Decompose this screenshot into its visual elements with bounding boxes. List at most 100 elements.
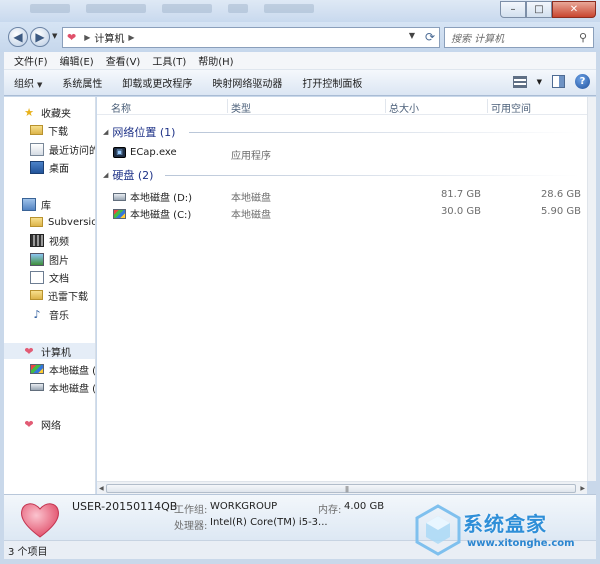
scroll-right-icon[interactable]: ▶	[580, 485, 585, 492]
menu-view[interactable]: 查看(V)	[100, 53, 147, 68]
back-button[interactable]: ◀	[8, 27, 28, 47]
address-dropdown-icon[interactable]: ▼	[409, 31, 415, 40]
column-free-space[interactable]: 可用空间	[491, 100, 531, 115]
menu-edit[interactable]: 编辑(E)	[54, 53, 100, 68]
breadcrumb-chevron-icon[interactable]: ▶	[128, 33, 134, 42]
nav-downloads[interactable]: 下载	[30, 122, 68, 138]
uninstall-program-button[interactable]: 卸载或更改程序	[112, 75, 202, 90]
picture-icon	[30, 252, 44, 266]
grip-icon: |||	[345, 486, 349, 493]
nav-label: 迅雷下载	[48, 291, 88, 303]
chevron-down-icon: ▼	[37, 81, 43, 89]
column-name[interactable]: 名称	[111, 100, 131, 115]
column-total-size[interactable]: 总大小	[389, 100, 419, 115]
menu-file[interactable]: 文件(F)	[8, 53, 54, 68]
item-type: 本地磁盘	[231, 193, 271, 204]
organize-button[interactable]: 组织 ▼	[4, 75, 52, 90]
help-icon[interactable]: ?	[575, 74, 590, 89]
scroll-left-icon[interactable]: ◀	[99, 485, 104, 492]
system-drive-icon	[30, 364, 44, 374]
video-icon	[30, 233, 44, 247]
column-divider[interactable]	[487, 99, 488, 113]
nav-desktop[interactable]: 桌面	[30, 159, 69, 175]
nav-recent[interactable]: 最近访问的	[30, 141, 96, 157]
search-icon[interactable]: ⚲	[579, 31, 587, 44]
computer-heart-icon	[21, 503, 59, 538]
folder-icon	[30, 125, 43, 135]
nav-pictures[interactable]: 图片	[30, 251, 69, 267]
list-item[interactable]: ▣ ECap.exe 应用程序	[97, 145, 587, 162]
horizontal-scrollbar[interactable]: ◀ ||| ▶	[97, 481, 587, 494]
maximize-button[interactable]: □	[526, 1, 552, 18]
nav-label: Subversion	[48, 216, 95, 228]
close-button[interactable]: ✕	[552, 1, 596, 18]
nav-libraries[interactable]: 库	[22, 196, 51, 212]
group-network-locations[interactable]: ◢ 网络位置 (1)	[103, 124, 175, 140]
collapse-triangle-icon: ◢	[103, 128, 109, 136]
column-divider[interactable]	[227, 99, 228, 113]
nav-subversion[interactable]: Subversion	[30, 214, 95, 230]
nav-documents[interactable]: 文档	[30, 269, 69, 285]
system-drive-icon	[113, 208, 126, 219]
menu-help[interactable]: 帮助(H)	[192, 53, 239, 68]
column-divider[interactable]	[385, 99, 386, 113]
forward-button[interactable]: ▶	[30, 27, 50, 47]
nav-label: 最近访问的	[49, 145, 96, 157]
blurred-title-area	[30, 4, 314, 13]
minimize-button[interactable]: –	[500, 1, 526, 18]
menu-tools[interactable]: 工具(T)	[146, 53, 192, 68]
nav-thunder-downloads[interactable]: 迅雷下载	[30, 287, 88, 303]
group-divider	[189, 132, 579, 133]
folder-icon	[30, 290, 43, 300]
processor-label: 处理器:	[174, 521, 208, 532]
preview-pane-icon[interactable]	[552, 75, 565, 88]
music-note-icon: ♪	[33, 307, 41, 321]
item-type: 应用程序	[231, 151, 271, 162]
change-view-icon[interactable]	[512, 75, 527, 88]
item-total-size: 81.7 GB	[440, 189, 481, 200]
system-properties-button[interactable]: 系统属性	[52, 75, 112, 90]
list-item[interactable]: 本地磁盘 (D:) 本地磁盘 81.7 GB 28.6 GB	[97, 187, 587, 204]
group-hard-disks[interactable]: ◢ 硬盘 (2)	[103, 167, 153, 183]
collapse-triangle-icon: ◢	[103, 171, 109, 179]
item-name: ▣ ECap.exe	[113, 147, 177, 158]
search-input[interactable]: 搜索 计算机 ⚲	[444, 27, 594, 48]
item-name-text: ECap.exe	[130, 147, 177, 158]
item-free-space: 5.90 GB	[540, 206, 581, 217]
address-bar[interactable]: ❤ ▶ 计算机 ▶ ▼ ⟳	[62, 27, 440, 48]
file-list: 名称 类型 总大小 可用空间 ◢ 网络位置 (1) ▣ ECap.exe 应用程序…	[97, 97, 587, 481]
open-control-panel-button[interactable]: 打开控制面板	[292, 75, 372, 90]
nav-label: 库	[41, 200, 51, 212]
column-type[interactable]: 类型	[231, 100, 251, 115]
forward-arrow-icon: ▶	[35, 30, 45, 44]
horizontal-scroll-thumb[interactable]: |||	[106, 484, 576, 493]
search-placeholder: 搜索 计算机	[451, 34, 505, 45]
computer-name: USER-20150114QB	[72, 500, 178, 513]
vertical-scrollbar[interactable]	[587, 97, 596, 481]
view-options-chevron-icon[interactable]: ▼	[537, 78, 542, 86]
folder-icon	[30, 217, 43, 227]
nav-disk-d[interactable]: 本地磁盘 (D	[30, 379, 96, 395]
column-headers: 名称 类型 总大小 可用空间	[97, 97, 587, 115]
map-network-drive-button[interactable]: 映射网络驱动器	[202, 75, 292, 90]
nav-label: 网络	[41, 420, 61, 432]
refresh-icon[interactable]: ⟳	[425, 30, 435, 44]
item-free-space: 28.6 GB	[540, 189, 581, 200]
nav-disk-c[interactable]: 本地磁盘 (C	[30, 361, 95, 377]
nav-videos[interactable]: 视频	[30, 232, 69, 248]
nav-computer[interactable]: ❤ 计算机	[4, 343, 95, 359]
application-icon: ▣	[113, 147, 126, 158]
recent-pages-dropdown[interactable]: ▼	[52, 32, 57, 40]
nav-music[interactable]: ♪ 音乐	[30, 306, 69, 322]
breadcrumb-chevron-icon[interactable]: ▶	[84, 33, 90, 42]
item-name: 本地磁盘 (D:)	[113, 189, 192, 204]
navigation-pane: ★ 收藏夹 下载 最近访问的 桌面 库 Subversion 视频 图片 文档 迅…	[4, 97, 96, 494]
nav-label: 文档	[49, 273, 69, 285]
item-name-text: 本地磁盘 (C:)	[130, 210, 192, 221]
nav-favorites[interactable]: ★ 收藏夹	[22, 104, 71, 120]
breadcrumb-computer[interactable]: 计算机	[94, 30, 124, 45]
list-item[interactable]: 本地磁盘 (C:) 本地磁盘 30.0 GB 5.90 GB	[97, 204, 587, 221]
library-icon	[22, 197, 36, 211]
nav-label: 本地磁盘 (D	[49, 383, 96, 395]
nav-network[interactable]: ❤ 网络	[22, 416, 61, 432]
